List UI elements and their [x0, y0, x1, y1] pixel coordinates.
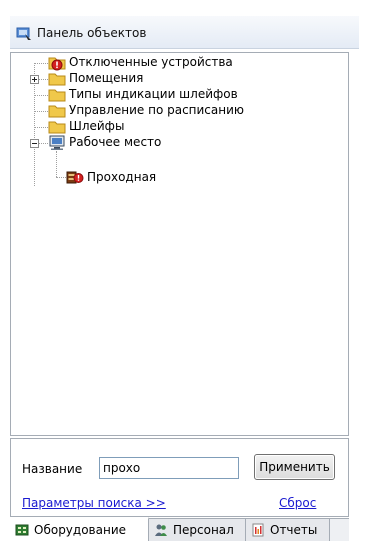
workstation-icon: [49, 135, 65, 150]
tree-item-label: Рабочее место: [69, 135, 162, 149]
tree-line: [56, 177, 66, 178]
tree-line: [56, 151, 57, 177]
search-panel: Название Применить Параметры поиска >> С…: [10, 438, 349, 517]
tab-personnel[interactable]: Персонал: [149, 519, 246, 541]
object-tree[interactable]: Отключенные устройства Помещения Типы ин…: [10, 52, 349, 436]
bottom-tab-strip: Оборудование Персонал Отчеты: [10, 517, 349, 541]
tab-equipment[interactable]: Оборудование: [10, 517, 149, 541]
panel-titlebar: Панель объектов: [10, 16, 359, 49]
collapse-toggle[interactable]: [30, 139, 39, 148]
panel-title: Панель объектов: [37, 26, 147, 40]
tree-item-label: Типы индикации шлейфов: [69, 87, 238, 101]
reset-link[interactable]: Сброс: [279, 496, 316, 510]
tree-item-label: Проходная: [87, 170, 157, 185]
tab-label: Оборудование: [34, 523, 126, 537]
report-icon: [252, 523, 264, 537]
tree-item-label: Шлейфы: [69, 119, 125, 133]
tree-item-label: Отключенные устройства: [69, 55, 233, 69]
folder-icon: [48, 73, 66, 86]
tree-line: [34, 127, 48, 128]
tab-label: Отчеты: [270, 523, 318, 537]
people-icon: [155, 524, 167, 536]
objects-panel: Панель объектов Отключенные устройства П…: [10, 16, 359, 541]
tab-reports[interactable]: Отчеты: [246, 519, 330, 541]
tab-label: Персонал: [173, 523, 234, 537]
apply-button[interactable]: Применить: [254, 454, 335, 480]
folder-icon: [48, 105, 66, 118]
tree-line: [34, 111, 48, 112]
tree-item-label: Помещения: [69, 71, 144, 85]
tree-line: [34, 63, 48, 64]
name-label: Название: [22, 462, 83, 476]
objects-panel-icon: [16, 27, 31, 40]
name-search-input[interactable]: [99, 457, 239, 479]
folder-icon: [48, 89, 66, 102]
equipment-icon: [15, 524, 29, 536]
expand-toggle[interactable]: [30, 75, 39, 84]
tree-line: [39, 143, 48, 144]
tree-line: [34, 95, 48, 96]
access-point-alert-icon: [66, 171, 84, 184]
tree-item-label: Управление по расписанию: [69, 103, 245, 117]
folder-alert-icon: [48, 57, 66, 71]
search-params-link[interactable]: Параметры поиска >>: [22, 496, 166, 510]
tree-line: [39, 79, 48, 80]
folder-icon: [48, 121, 66, 134]
